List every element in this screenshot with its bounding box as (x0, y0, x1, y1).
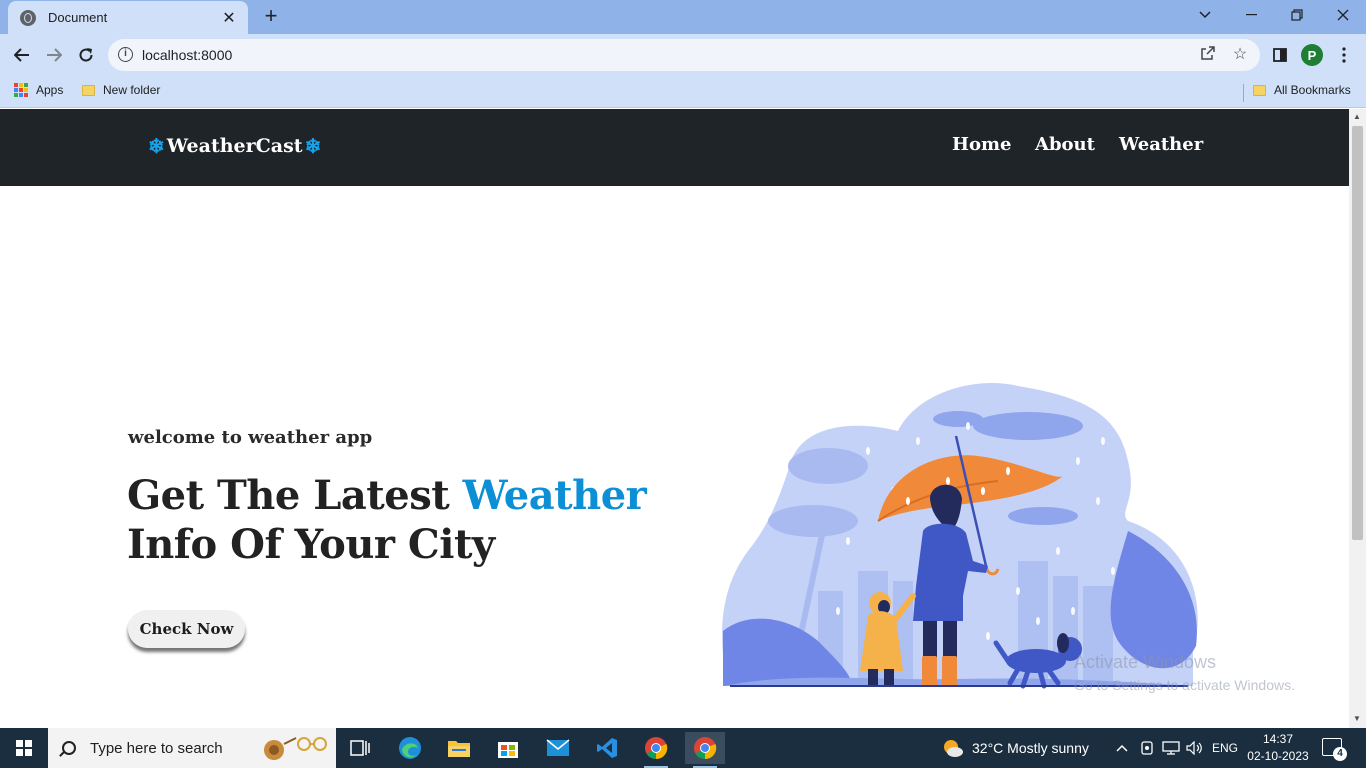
edge-icon[interactable] (390, 732, 430, 764)
folder-icon (1253, 84, 1266, 96)
file-explorer-icon[interactable] (439, 732, 479, 764)
browser-toolbar: i localhost:8000 ☆ P (0, 34, 1366, 76)
brand-logo[interactable]: ❄ WeatherCast ❄ (146, 134, 323, 158)
snowflake-icon: ❄ (148, 134, 165, 158)
chrome-profile-icon[interactable] (685, 732, 725, 768)
search-highlight-icon (264, 737, 327, 760)
language-indicator[interactable]: ENG (1212, 728, 1238, 768)
back-button[interactable] (8, 41, 36, 69)
taskbar-search[interactable]: Type here to search (48, 728, 336, 768)
welcome-text: welcome to weather app (128, 427, 373, 448)
search-icon (62, 741, 76, 755)
vscode-icon[interactable] (587, 732, 627, 764)
headline-line2: Info Of Your City (127, 521, 495, 568)
scroll-down-arrow-icon[interactable]: ▼ (1353, 714, 1361, 723)
folder-icon (82, 84, 95, 96)
start-button[interactable] (0, 728, 48, 768)
headline-accent: Weather (462, 472, 647, 519)
activate-windows-watermark: Activate Windows Go to Settings to activ… (1074, 652, 1295, 693)
windows-taskbar: Type here to search 32°C Mostly sunny EN… (0, 728, 1366, 768)
nav-weather[interactable]: Weather (1119, 134, 1203, 155)
url-text[interactable]: localhost:8000 (142, 47, 232, 63)
new-tab-button[interactable]: + (259, 4, 283, 28)
forward-button[interactable] (40, 41, 68, 69)
rainy-day-illustration (722, 383, 1198, 689)
tab-title: Document (48, 10, 108, 25)
browser-tab[interactable]: Document ✕ (8, 1, 248, 34)
bookmark-star-icon[interactable]: ☆ (1230, 45, 1250, 65)
mail-icon[interactable] (538, 732, 578, 764)
windows-logo-icon (16, 740, 32, 756)
system-clock[interactable]: 14:37 02-10-2023 (1240, 731, 1316, 765)
profile-avatar[interactable]: P (1298, 41, 1326, 69)
page-viewport: ❄ WeatherCast ❄ Home About Weather welco… (0, 109, 1349, 728)
volume-icon[interactable] (1186, 728, 1204, 768)
weather-widget[interactable]: 32°C Mostly sunny (942, 728, 1089, 768)
nav-home[interactable]: Home (952, 134, 1012, 155)
scroll-up-arrow-icon[interactable]: ▲ (1353, 112, 1361, 121)
restore-button[interactable] (1274, 0, 1320, 30)
chrome-icon[interactable] (636, 732, 676, 768)
sun-cloud-icon (944, 740, 963, 757)
tab-close-icon[interactable]: ✕ (220, 8, 238, 28)
address-bar[interactable]: i localhost:8000 ☆ (108, 39, 1260, 71)
bookmark-apps[interactable]: Apps (14, 83, 63, 97)
hill-shape (1110, 531, 1197, 669)
apps-grid-icon (14, 83, 28, 97)
tab-search-chevron-icon[interactable] (1182, 0, 1228, 30)
all-bookmarks[interactable]: All Bookmarks (1253, 83, 1351, 97)
notification-badge: 4 (1333, 747, 1347, 761)
bookmark-new-folder[interactable]: New folder (82, 83, 160, 97)
network-icon[interactable] (1162, 728, 1180, 768)
reload-button[interactable] (72, 41, 100, 69)
close-window-button[interactable] (1320, 0, 1366, 30)
search-placeholder: Type here to search (90, 739, 223, 757)
bookmarks-divider (1243, 84, 1244, 102)
site-info-icon[interactable]: i (118, 47, 133, 62)
side-panel-icon[interactable] (1266, 41, 1294, 69)
hero-headline: Get The Latest Weather Info Of Your City (127, 471, 647, 569)
page-scrollbar[interactable]: ▲ ▼ (1349, 109, 1366, 728)
meet-now-icon[interactable] (1140, 728, 1154, 768)
share-icon[interactable] (1198, 45, 1218, 65)
task-view-icon[interactable] (340, 732, 380, 764)
tab-strip: Document ✕ + (0, 0, 1366, 34)
minimize-button[interactable] (1228, 0, 1274, 30)
scrollbar-thumb[interactable] (1352, 126, 1363, 540)
snowflake-icon: ❄ (304, 134, 322, 158)
nav-about[interactable]: About (1035, 134, 1095, 155)
check-now-button[interactable]: Check Now (128, 610, 245, 648)
bookmarks-bar: Apps New folder All Bookmarks (0, 76, 1366, 108)
show-hidden-icons[interactable] (1116, 728, 1128, 768)
store-icon[interactable] (488, 732, 528, 764)
site-navbar: ❄ WeatherCast ❄ Home About Weather (0, 109, 1349, 186)
globe-icon (20, 9, 36, 26)
headline-part1: Get The Latest (127, 472, 450, 519)
brand-name: WeatherCast (166, 135, 303, 157)
browser-menu-icon[interactable] (1330, 41, 1358, 69)
